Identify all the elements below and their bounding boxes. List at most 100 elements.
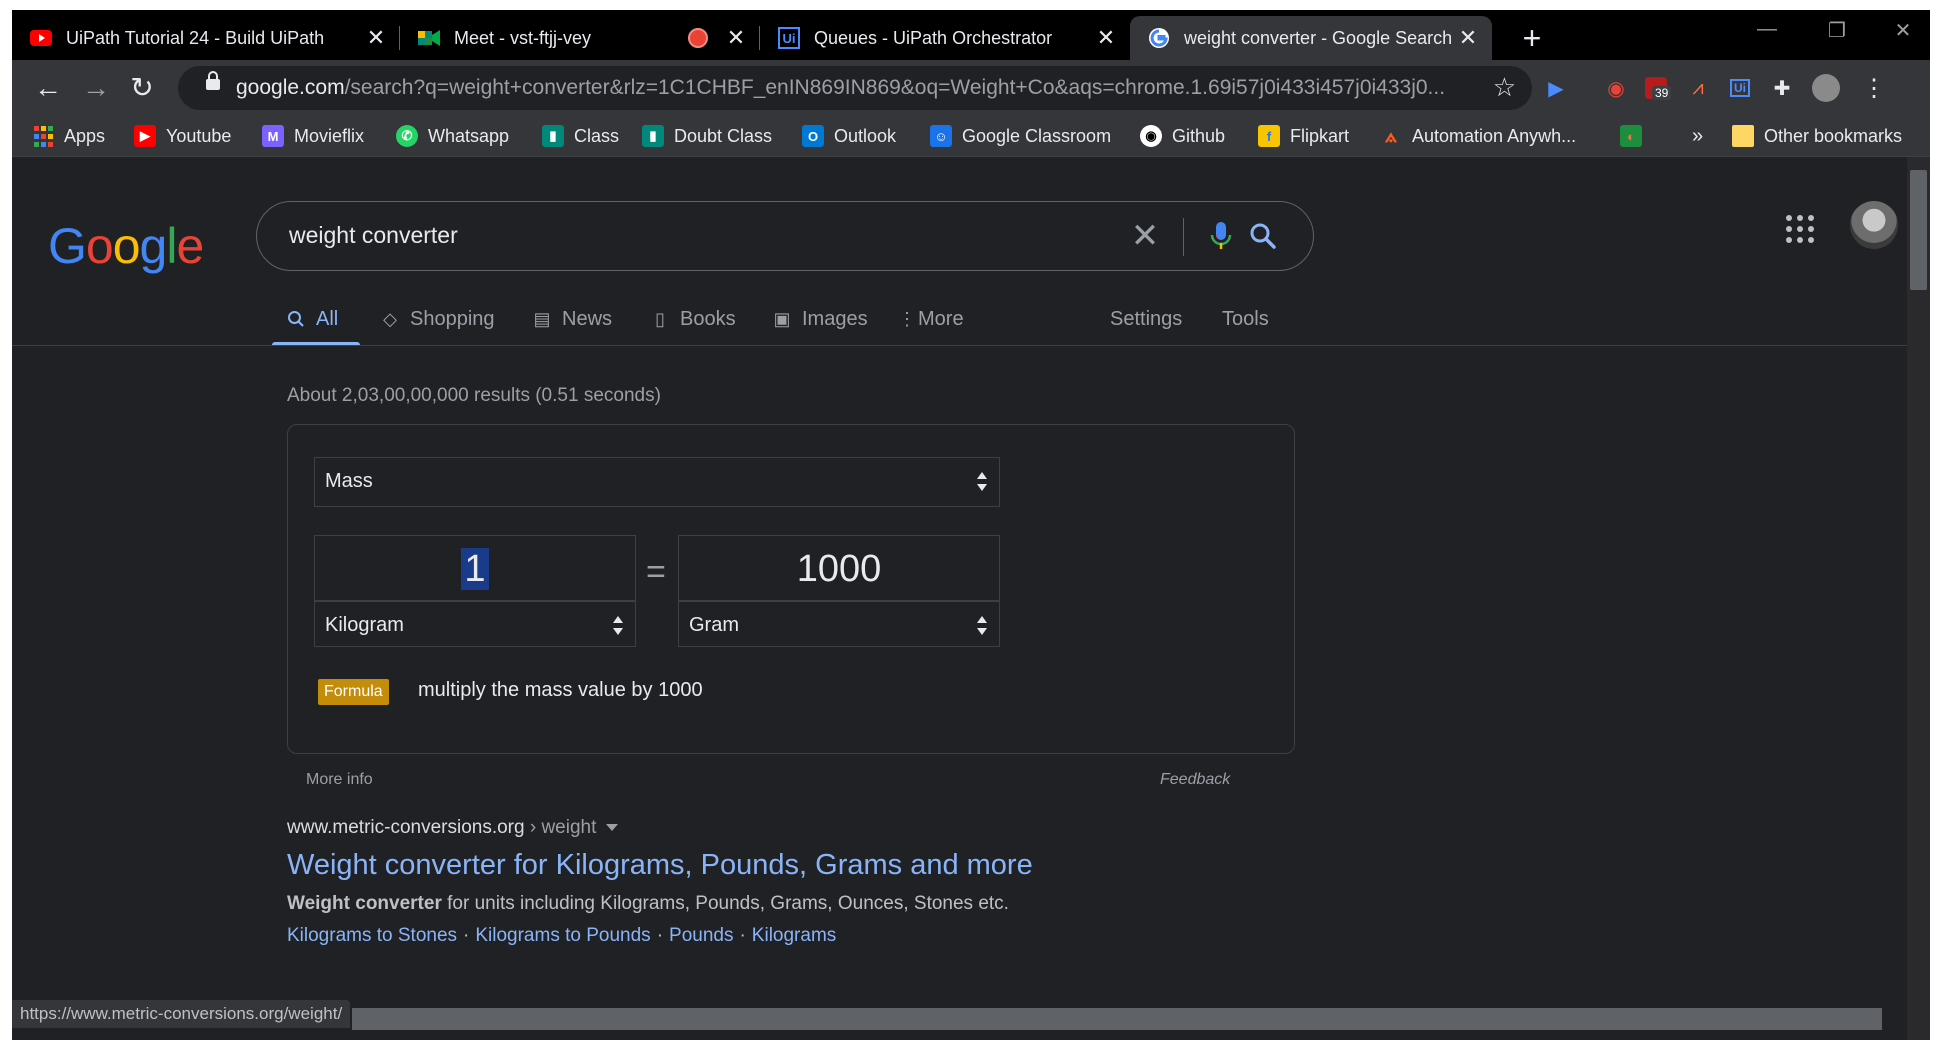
tab-uipath-tutorial[interactable]: UiPath Tutorial 24 - Build UiPath ✕	[12, 16, 400, 60]
sitelink[interactable]: Kilograms to Pounds	[475, 925, 650, 946]
new-tab-button[interactable]: +	[1512, 20, 1552, 56]
tab-books[interactable]: ▯ Books	[650, 301, 736, 337]
recording-icon	[688, 28, 708, 48]
google-icon	[1148, 27, 1170, 49]
result-title-link[interactable]: Weight converter for Kilograms, Pounds, …	[287, 849, 1033, 882]
bookmark-outlook[interactable]: O Outlook	[802, 124, 896, 148]
tools-link[interactable]: Tools	[1222, 301, 1269, 337]
meet-icon	[418, 27, 440, 49]
to-value-input[interactable]: 1000	[678, 535, 1000, 601]
bookmarks-overflow-button[interactable]: »	[1692, 124, 1703, 148]
bookmarks-bar: Apps ▶ Youtube M Movieflix ✆ Whatsapp ▮ …	[12, 116, 1930, 157]
account-avatar[interactable]	[1850, 201, 1898, 249]
more-vert-icon: ⋮	[898, 308, 916, 329]
extensions-puzzle-icon[interactable]: ✚	[1768, 74, 1796, 102]
meet-icon: ▮	[542, 125, 564, 147]
close-tab-icon[interactable]: ✕	[362, 25, 390, 51]
tab-meet[interactable]: Meet - vst-ftjj-vey ✕	[400, 16, 760, 60]
back-icon[interactable]: ←	[30, 70, 66, 106]
extension-automation-icon[interactable]: ⩘	[1684, 74, 1712, 102]
bookmark-youtube[interactable]: ▶ Youtube	[134, 124, 231, 148]
bookmark-github[interactable]: ◉ Github	[1140, 124, 1225, 148]
from-value-input[interactable]: 1	[314, 535, 636, 601]
tab-more[interactable]: ⋮ More	[898, 301, 964, 337]
image-icon: ▣	[773, 308, 791, 329]
result-sitelinks: Kilograms to Stones · Kilograms to Pounds ·…	[287, 925, 837, 946]
bookmark-flipkart[interactable]: f Flipkart	[1258, 124, 1349, 148]
select-arrows-icon	[977, 472, 987, 492]
forward-icon[interactable]: →	[78, 70, 114, 106]
tab-news[interactable]: ▤ News	[532, 301, 612, 337]
active-tab-indicator	[272, 342, 360, 345]
scrollbar-thumb[interactable]	[1910, 170, 1927, 290]
bookmark-movieflix[interactable]: M Movieflix	[262, 124, 364, 148]
sitelink[interactable]: Pounds	[669, 925, 733, 946]
select-arrows-icon	[977, 616, 987, 636]
sitelink[interactable]: Kilograms to Stones	[287, 925, 457, 946]
more-info-link[interactable]: More info	[306, 771, 373, 789]
sitelink[interactable]: Kilograms	[752, 925, 836, 946]
to-unit-select[interactable]: Gram	[678, 601, 1000, 647]
search-input[interactable]: weight converter	[289, 222, 458, 249]
tab-title: Queues - UiPath Orchestrator	[814, 27, 1053, 48]
search-icon[interactable]	[1243, 216, 1283, 256]
url-text[interactable]: google.com/search?q=weight+converter&rlz…	[236, 76, 1466, 100]
reload-icon[interactable]: ↻	[124, 70, 160, 106]
other-bookmarks[interactable]: Other bookmarks	[1732, 124, 1902, 148]
bookmark-apps[interactable]: Apps	[32, 124, 105, 148]
result-url[interactable]: www.metric-conversions.org › weight	[287, 817, 619, 839]
tab-images[interactable]: ▣ Images	[772, 301, 867, 337]
close-window-icon[interactable]: ✕	[1878, 18, 1928, 43]
tab-strip: UiPath Tutorial 24 - Build UiPath ✕ Meet…	[12, 10, 1930, 60]
formula-text: multiply the mass value by 1000	[418, 679, 703, 701]
formula-badge: Formula	[318, 679, 389, 705]
extension-mask-icon[interactable]: ◉	[1602, 74, 1630, 102]
bookmark-whatsapp[interactable]: ✆ Whatsapp	[396, 124, 509, 148]
youtube-icon: ▶	[134, 125, 156, 147]
tab-all[interactable]: All	[286, 301, 338, 337]
automation-anywhere-icon: ⟑	[1384, 124, 1398, 147]
extension-badge: 39	[1652, 86, 1672, 100]
github-icon: ◉	[1140, 125, 1162, 147]
lock-icon	[206, 71, 220, 90]
profile-avatar[interactable]	[1812, 74, 1840, 102]
settings-link[interactable]: Settings	[1110, 301, 1182, 337]
microphone-icon[interactable]	[1201, 216, 1241, 256]
close-tab-icon[interactable]: ✕	[722, 25, 750, 51]
outlook-icon: O	[802, 125, 824, 147]
search-divider	[1183, 218, 1184, 256]
news-icon: ▤	[533, 308, 551, 329]
feedback-link[interactable]: Feedback	[1160, 771, 1230, 789]
from-unit-select[interactable]: Kilogram	[314, 601, 636, 647]
tab-shopping[interactable]: ◇ Shopping	[380, 301, 494, 337]
extension-uipath-icon[interactable]: Ui	[1726, 74, 1754, 102]
movieflix-icon: M	[262, 125, 284, 147]
close-tab-icon[interactable]: ✕	[1092, 25, 1120, 51]
youtube-icon	[30, 27, 52, 49]
browser-menu-icon[interactable]: ⋮	[1860, 74, 1888, 102]
tab-queues[interactable]: Ui Queues - UiPath Orchestrator ✕	[760, 16, 1130, 60]
tab-weight-converter[interactable]: weight converter - Google Search ✕	[1130, 16, 1492, 60]
book-icon: ▯	[655, 308, 665, 329]
restore-icon[interactable]: ❐	[1812, 18, 1862, 43]
clear-search-icon[interactable]: ✕	[1125, 214, 1165, 258]
extension-ublock-icon[interactable]: 39	[1642, 74, 1672, 102]
folder-icon	[1732, 125, 1754, 147]
close-tab-icon[interactable]: ✕	[1454, 25, 1482, 51]
bookmark-star-icon[interactable]: ☆	[1493, 72, 1516, 103]
bookmark-class[interactable]: ▮ Class	[542, 124, 619, 148]
google-logo[interactable]: Google	[48, 217, 204, 275]
bookmark-automation-anywhere[interactable]: ⟑ Automation Anywh...	[1380, 124, 1576, 148]
horizontal-scrollbar[interactable]	[352, 1008, 1882, 1030]
classroom-icon: ☺	[930, 125, 952, 147]
bookmark-doubt-class[interactable]: ▮ Doubt Class	[642, 124, 772, 148]
quantity-select[interactable]: Mass	[314, 457, 1000, 507]
bookmark-folder-icon[interactable]: ◐	[1620, 124, 1652, 148]
bookmark-google-classroom[interactable]: ☺ Google Classroom	[930, 124, 1111, 148]
address-bar[interactable]: google.com/search?q=weight+converter&rlz…	[178, 66, 1532, 110]
google-apps-icon[interactable]	[1786, 215, 1814, 243]
search-box[interactable]: weight converter ✕	[256, 201, 1314, 271]
extension-play-icon[interactable]: ▶	[1542, 74, 1570, 102]
minimize-icon[interactable]: —	[1742, 18, 1792, 41]
result-menu-caret-icon[interactable]	[606, 824, 619, 832]
